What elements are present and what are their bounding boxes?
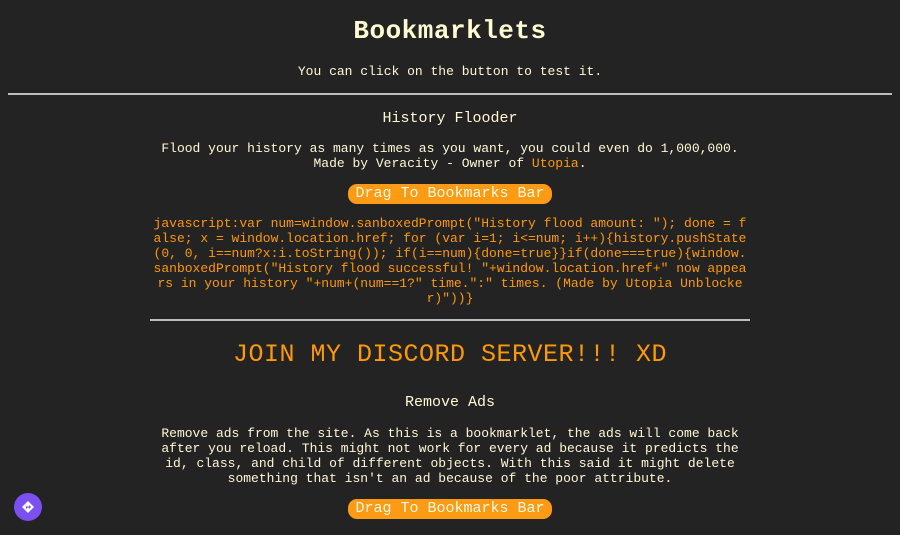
history-flooder-bookmarklet-button[interactable]: Drag To Bookmarks Bar [348,184,552,204]
history-flooder-desc-line1: Flood your history as many times as you … [161,141,739,156]
floating-action-button[interactable] [14,493,42,521]
remove-ads-description: Remove ads from the site. As this is a b… [161,426,739,486]
history-flooder-desc-prefix: Made by Veracity - Owner of [313,156,532,171]
remove-ads-bookmarklet-button[interactable]: Drag To Bookmarks Bar [348,499,552,519]
history-flooder-desc-suffix: . [578,156,587,171]
diamond-arrow-icon [22,501,34,513]
history-flooder-title: History Flooder [382,110,518,127]
page: Bookmarklets You can click on the button… [0,0,900,535]
remove-ads-title: Remove Ads [404,394,495,411]
page-subtitle: You can click on the button to test it. [297,64,603,79]
discord-link[interactable]: JOIN MY DISCORD SERVER!!! XD [0,340,900,369]
history-flooder-description: Flood your history as many times as you … [155,141,745,171]
page-title: Bookmarklets [353,16,547,46]
history-flooder-code: javascript:var num=window.sanboxedPrompt… [153,216,747,306]
utopia-link[interactable]: Utopia [532,156,579,171]
top-divider [8,93,892,95]
section-divider [150,319,750,321]
